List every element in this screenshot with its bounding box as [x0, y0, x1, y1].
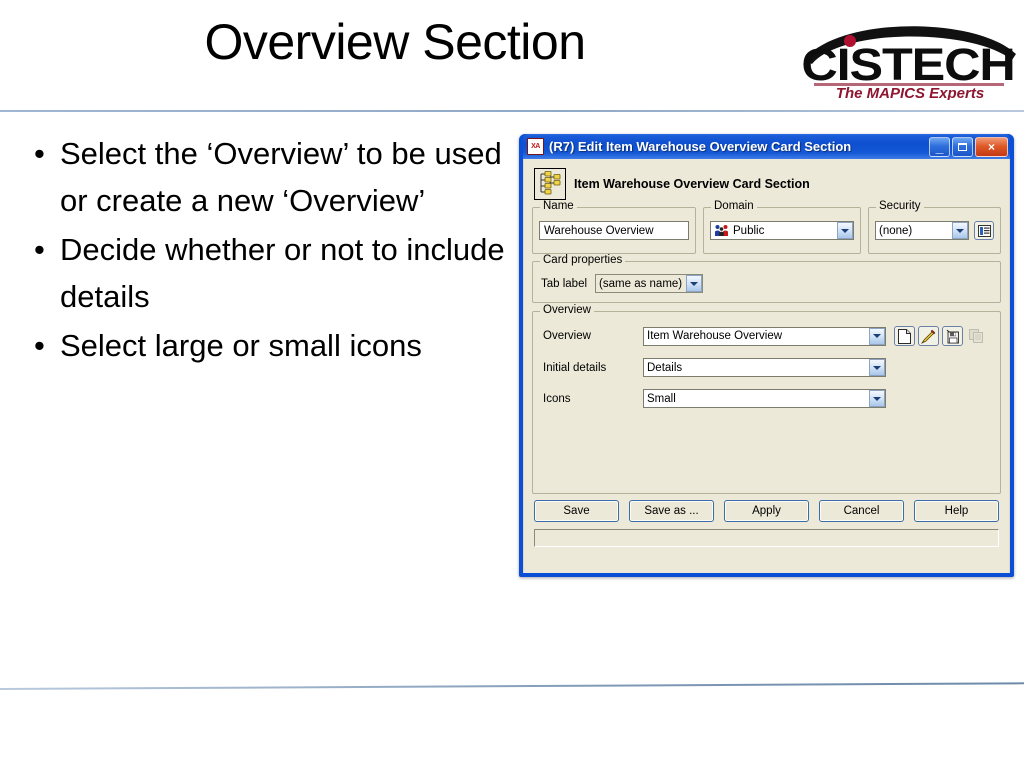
security-group: Security (none) — [868, 200, 1001, 254]
initial-details-row: Initial details Details — [543, 358, 990, 377]
tab-label-value: (same as name) — [599, 277, 683, 290]
list-item: • Decide whether or not to include detai… — [26, 226, 506, 320]
domain-group-label: Domain — [711, 200, 757, 212]
list-item: • Select the ‘Overview’ to be used or cr… — [26, 130, 506, 224]
help-button[interactable]: Help — [914, 500, 999, 522]
close-icon: × — [987, 139, 995, 154]
edit-button[interactable] — [918, 326, 939, 346]
edit-card-section-dialog: XA (R7) Edit Item Warehouse Overview Car… — [519, 134, 1014, 577]
svg-text:CISTECH: CISTECH — [801, 40, 1014, 90]
icons-row: Icons Small — [543, 389, 990, 408]
chevron-down-icon[interactable] — [686, 275, 703, 292]
initial-details-select[interactable]: Details — [643, 358, 886, 377]
overview-group: Overview Overview Item Warehouse Overvie… — [532, 304, 1001, 494]
cancel-button[interactable]: Cancel — [819, 500, 904, 522]
name-group-label: Name — [540, 200, 577, 212]
chevron-down-icon[interactable] — [869, 390, 885, 407]
people-public-icon — [714, 224, 729, 237]
new-document-button[interactable] — [894, 326, 915, 346]
bullet-list: • Select the ‘Overview’ to be used or cr… — [26, 130, 506, 371]
bullet-marker: • — [34, 136, 45, 171]
security-value: (none) — [879, 224, 913, 237]
icons-select[interactable]: Small — [643, 389, 886, 408]
save-floppy-icon — [946, 329, 959, 343]
chevron-down-icon[interactable] — [869, 327, 885, 345]
edit-pencil-icon — [921, 329, 936, 344]
new-document-icon — [898, 328, 911, 344]
bullet-text: Select the ‘Overview’ to be used or crea… — [60, 136, 502, 218]
overview-select[interactable]: Item Warehouse Overview — [643, 326, 886, 346]
save-as-button[interactable]: Save as ... — [629, 500, 714, 522]
card-properties-label: Card properties — [540, 254, 626, 266]
dialog-title: (R7) Edit Item Warehouse Overview Card S… — [549, 139, 852, 154]
name-group: Name Warehouse Overview — [532, 200, 696, 254]
initial-details-value: Details — [647, 361, 683, 374]
overview-field-label: Overview — [543, 330, 591, 342]
security-details-button[interactable] — [974, 221, 994, 240]
maximize-icon — [953, 138, 972, 156]
header-divider — [0, 110, 1024, 112]
chevron-down-icon[interactable] — [837, 222, 853, 239]
dialog-button-row: Save Save as ... Apply Cancel Help — [532, 500, 1001, 522]
dialog-heading-label: Item Warehouse Overview Card Section — [574, 177, 810, 191]
xa-app-icon: XA — [527, 138, 544, 155]
copy-icon — [969, 329, 983, 343]
tab-label-row: Tab label (same as name) — [541, 274, 992, 293]
overview-toolbar — [894, 326, 987, 346]
maximize-button[interactable] — [952, 136, 973, 157]
details-list-icon — [977, 224, 991, 237]
save-button[interactable] — [942, 326, 963, 346]
dialog-titlebar[interactable]: XA (R7) Edit Item Warehouse Overview Car… — [523, 134, 1010, 159]
save-action-button[interactable]: Save — [534, 500, 619, 522]
overview-row: Overview Item Warehouse Overview — [543, 326, 990, 346]
status-bar — [534, 529, 999, 547]
dialog-body: Item Warehouse Overview Card Section Nam… — [523, 159, 1010, 573]
card-properties-group: Card properties Tab label (same as name) — [532, 254, 1001, 303]
name-input[interactable]: Warehouse Overview — [539, 221, 689, 240]
list-item: • Select large or small icons — [26, 322, 506, 369]
icons-value: Small — [647, 392, 676, 405]
icons-field-label: Icons — [543, 392, 571, 405]
dialog-heading-row: Item Warehouse Overview Card Section — [534, 167, 1001, 201]
close-button[interactable]: × — [975, 136, 1008, 157]
domain-select[interactable]: Public — [710, 221, 854, 240]
chevron-down-icon[interactable] — [869, 359, 885, 376]
tab-label-select[interactable]: (same as name) — [595, 274, 704, 293]
bullet-text: Decide whether or not to include details — [60, 232, 505, 314]
minimize-icon: _ — [935, 138, 944, 155]
overview-group-label: Overview — [540, 304, 594, 316]
slide-canvas: Overview Section CISTECH The MAPICS Expe… — [0, 0, 1024, 768]
minimize-button[interactable]: _ — [929, 136, 950, 157]
bullet-marker: • — [34, 328, 45, 363]
domain-value: Public — [733, 224, 765, 237]
tab-label-field-label: Tab label — [541, 277, 588, 290]
cistech-logo: CISTECH The MAPICS Experts — [790, 8, 1024, 100]
svg-text:The MAPICS Experts: The MAPICS Experts — [836, 85, 984, 100]
copy-button — [966, 326, 987, 346]
overview-value: Item Warehouse Overview — [647, 330, 783, 342]
apply-button[interactable]: Apply — [724, 500, 809, 522]
page-title: Overview Section — [204, 14, 586, 70]
domain-group: Domain Public — [703, 200, 861, 254]
security-group-label: Security — [876, 200, 924, 212]
security-select[interactable]: (none) — [875, 221, 969, 240]
footer-divider — [0, 682, 1024, 690]
bullet-marker: • — [34, 232, 45, 267]
chevron-down-icon[interactable] — [952, 222, 968, 239]
bullet-text: Select large or small icons — [60, 328, 422, 363]
tree-hierarchy-icon — [534, 168, 566, 200]
initial-details-field-label: Initial details — [543, 361, 607, 374]
top-fields-row: Name Warehouse Overview Domain Public Se… — [532, 200, 1001, 254]
